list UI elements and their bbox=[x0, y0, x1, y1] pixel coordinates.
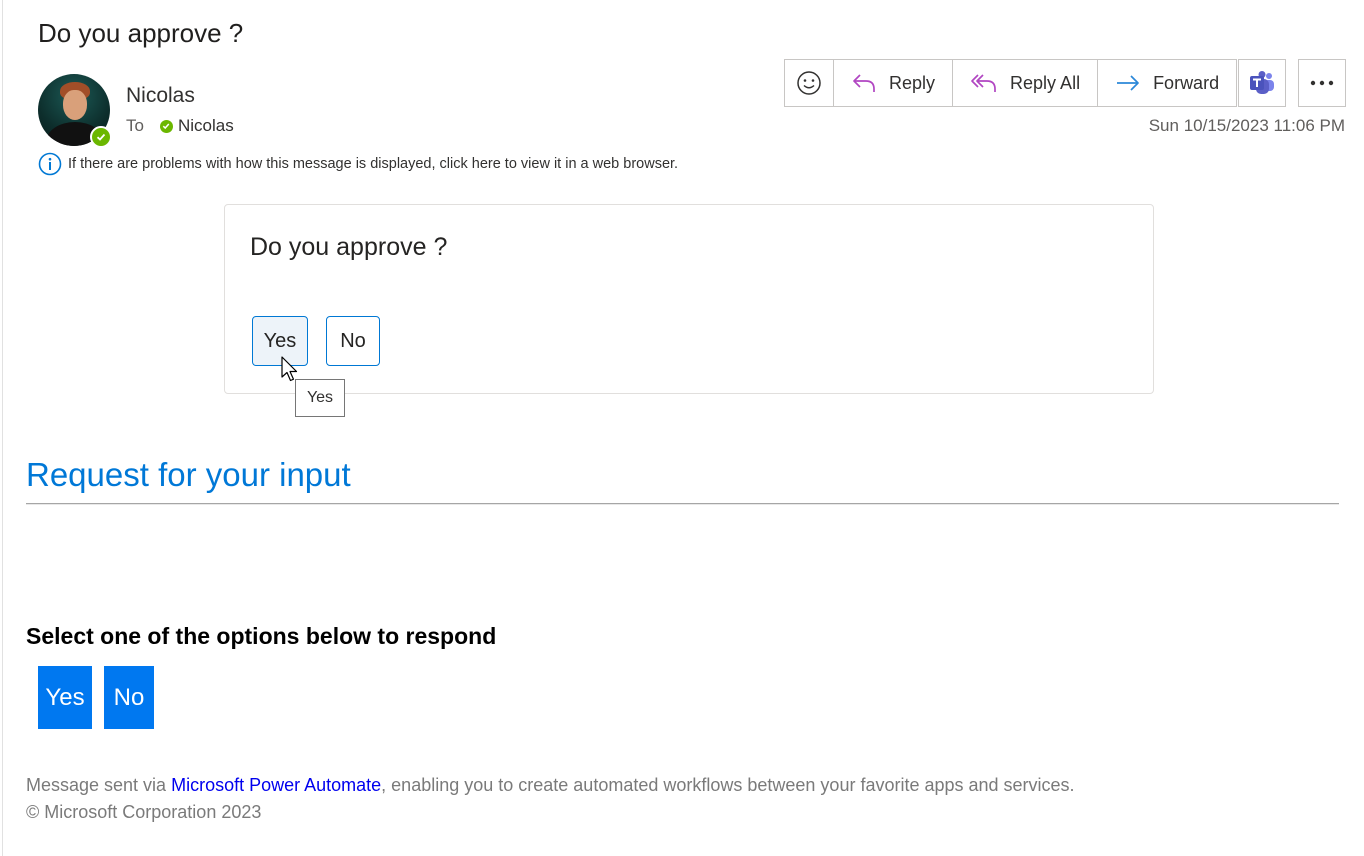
heading-divider bbox=[26, 503, 1339, 504]
recipient-presence-icon bbox=[159, 119, 173, 133]
reply-all-icon bbox=[971, 74, 996, 92]
footer-message: Message sent via Microsoft Power Automat… bbox=[26, 772, 1075, 799]
power-automate-link[interactable]: Microsoft Power Automate bbox=[171, 775, 381, 795]
left-border bbox=[2, 0, 3, 856]
forward-label: Forward bbox=[1153, 72, 1220, 93]
request-heading: Request for your input bbox=[26, 456, 351, 493]
info-icon bbox=[38, 152, 62, 176]
footer-prefix: Message sent via bbox=[26, 775, 172, 795]
reply-icon bbox=[853, 74, 875, 92]
footer-suffix: , enabling you to create automated workf… bbox=[381, 775, 1075, 795]
presence-check-icon bbox=[90, 126, 112, 148]
no-button[interactable]: No bbox=[104, 666, 154, 729]
select-instruction: Select one of the options below to respo… bbox=[26, 623, 497, 649]
message-toolbar: Reply Reply All Forward bbox=[784, 59, 1238, 107]
reply-all-label: Reply All bbox=[1010, 72, 1081, 93]
reply-label: Reply bbox=[889, 72, 936, 93]
card-title: Do you approve ? bbox=[250, 233, 448, 261]
card-no-button[interactable]: No bbox=[326, 316, 380, 366]
reply-all-button[interactable]: Reply All bbox=[952, 60, 1098, 106]
info-message: If there are problems with how this mess… bbox=[68, 156, 679, 172]
teams-icon bbox=[1250, 71, 1274, 94]
sent-timestamp: Sun 10/15/2023 11:06 PM bbox=[1148, 116, 1345, 135]
recipient-row: To Nicolas bbox=[126, 116, 234, 136]
copyright: © Microsoft Corporation 2023 bbox=[26, 802, 262, 822]
more-icon bbox=[1310, 80, 1334, 86]
more-actions-button[interactable] bbox=[1298, 59, 1346, 107]
to-label: To bbox=[126, 116, 144, 135]
info-bar[interactable]: If there are problems with how this mess… bbox=[38, 152, 678, 176]
recipient-name[interactable]: Nicolas bbox=[178, 116, 234, 136]
forward-icon bbox=[1117, 75, 1139, 91]
yes-tooltip: Yes bbox=[295, 379, 345, 417]
actionable-card: Do you approve ? Yes No bbox=[224, 204, 1154, 394]
footer: Message sent via Microsoft Power Automat… bbox=[26, 772, 1075, 826]
yes-button[interactable]: Yes bbox=[38, 666, 92, 729]
teams-button[interactable] bbox=[1238, 59, 1286, 107]
forward-button[interactable]: Forward bbox=[1097, 60, 1237, 106]
reaction-button[interactable] bbox=[785, 60, 833, 106]
sender-name[interactable]: Nicolas bbox=[126, 84, 195, 108]
reply-button[interactable]: Reply bbox=[833, 60, 953, 106]
email-subject: Do you approve ? bbox=[38, 18, 244, 48]
emoji-icon bbox=[797, 71, 821, 95]
